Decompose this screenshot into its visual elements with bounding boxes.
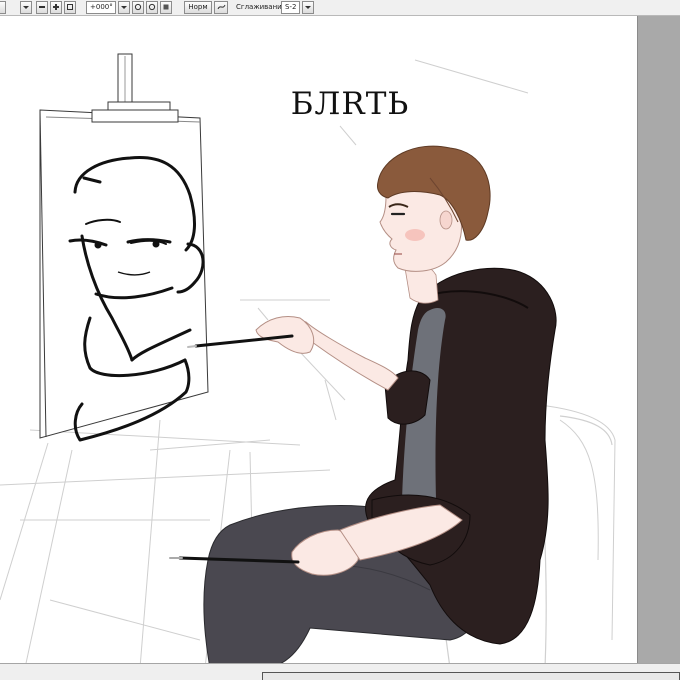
zoom-out-button[interactable] [36, 1, 48, 14]
square-icon [67, 4, 73, 10]
toolbar-scroll-left-button[interactable] [0, 1, 6, 14]
chevron-down-icon [121, 6, 127, 9]
smoothing-label: Сглаживание [236, 3, 287, 11]
rotate-icon [148, 3, 156, 11]
smoothing-select[interactable]: S-2 [281, 1, 300, 14]
blend-mode-button[interactable]: Норм [184, 1, 212, 14]
angle-dropdown-button[interactable] [118, 1, 130, 14]
smoothing-dropdown-button[interactable] [302, 1, 314, 14]
stabilizer-button[interactable] [214, 1, 228, 14]
minus-icon [39, 6, 45, 8]
painter-figure [203, 145, 557, 663]
reset-rotation-button[interactable] [160, 1, 172, 14]
left-arm [297, 321, 399, 391]
dropdown-arrow-button[interactable] [20, 1, 32, 14]
caption-text: БЛRТЬ [290, 86, 410, 122]
drawing-canvas[interactable]: БЛRТЬ [0, 16, 637, 663]
workspace-background [638, 16, 680, 663]
chevron-down-icon [23, 6, 29, 9]
rotate-right-button[interactable] [146, 1, 158, 14]
chevron-down-icon [305, 6, 311, 9]
plus-icon [53, 4, 59, 10]
easel [39, 53, 209, 439]
rotate-icon [134, 3, 142, 11]
zoom-in-button[interactable] [50, 1, 62, 14]
angle-input[interactable]: +000° [86, 1, 116, 14]
toolbar: +000° Норм Сглаживание S-2 [0, 0, 680, 16]
horizontal-scrollbar[interactable] [262, 672, 680, 680]
brush-stroke-icon [217, 4, 225, 10]
left-hand [255, 316, 315, 354]
square-icon [163, 4, 169, 10]
fit-view-button[interactable] [64, 1, 76, 14]
rotate-left-button[interactable] [132, 1, 144, 14]
